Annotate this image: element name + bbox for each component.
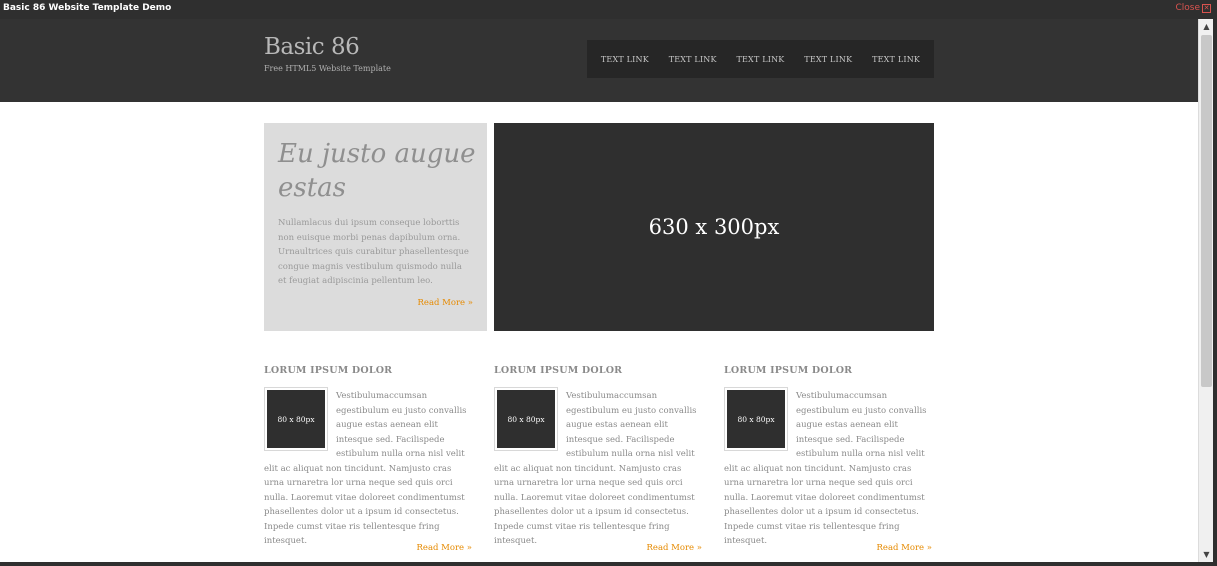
column-read-more-link[interactable]: Read More » [417,543,472,553]
banner-label: 630 x 300px [648,215,780,239]
window-titlebar: Basic 86 Website Template Demo Close ✕ [0,0,1217,19]
window-title: Basic 86 Website Template Demo [3,3,172,13]
thumbnail-frame: 80 x 80px [264,387,328,451]
column-read-more-link[interactable]: Read More » [877,543,932,553]
column-heading: LORUM IPSUM DOLOR [264,365,393,376]
intro-body: Nullamlacus dui ipsum conseque loborttis… [278,218,469,286]
close-button[interactable]: Close ✕ [1175,3,1211,13]
content-column: LORUM IPSUM DOLOR 80 x 80px Vestibulumac… [724,365,934,553]
banner-image-placeholder: 630 x 300px [494,123,934,331]
scroll-up-arrow-icon[interactable]: ▲ [1199,19,1214,34]
scrollbar-thumb[interactable] [1201,35,1212,387]
site-logo[interactable]: Basic 86 [264,34,360,60]
column-heading: LORUM IPSUM DOLOR [494,365,623,376]
close-icon: ✕ [1202,3,1211,13]
thumbnail-frame: 80 x 80px [724,387,788,451]
column-heading: LORUM IPSUM DOLOR [724,365,853,376]
nav-link-2[interactable]: TEXT LINK [669,55,717,64]
nav-link-1[interactable]: TEXT LINK [601,55,649,64]
thumbnail-placeholder: 80 x 80px [267,390,325,448]
window-border-bottom [0,562,1217,566]
page-viewport: Basic 86 Free HTML5 Website Template TEX… [0,19,1198,562]
thumbnail-frame: 80 x 80px [494,387,558,451]
nav-link-3[interactable]: TEXT LINK [736,55,784,64]
thumbnail-placeholder: 80 x 80px [497,390,555,448]
site-header: Basic 86 Free HTML5 Website Template TEX… [0,19,1198,102]
vertical-scrollbar[interactable]: ▲ ▼ [1198,19,1214,562]
nav-link-4[interactable]: TEXT LINK [804,55,852,64]
intro-read-more-link[interactable]: Read More » [418,298,473,308]
main-nav: TEXT LINK TEXT LINK TEXT LINK TEXT LINK … [587,40,934,78]
intro-heading: Eu justo augue estas [278,139,476,203]
close-label: Close [1175,3,1200,13]
window-border-right [1213,19,1217,566]
content-column: LORUM IPSUM DOLOR 80 x 80px Vestibulumac… [264,365,474,553]
thumbnail-placeholder: 80 x 80px [727,390,785,448]
content-column: LORUM IPSUM DOLOR 80 x 80px Vestibulumac… [494,365,704,553]
site-tagline: Free HTML5 Website Template [264,64,391,73]
column-read-more-link[interactable]: Read More » [647,543,702,553]
nav-link-5[interactable]: TEXT LINK [872,55,920,64]
scroll-down-arrow-icon[interactable]: ▼ [1199,547,1214,562]
intro-box: Eu justo augue estas Nullamlacus dui ips… [264,123,487,331]
